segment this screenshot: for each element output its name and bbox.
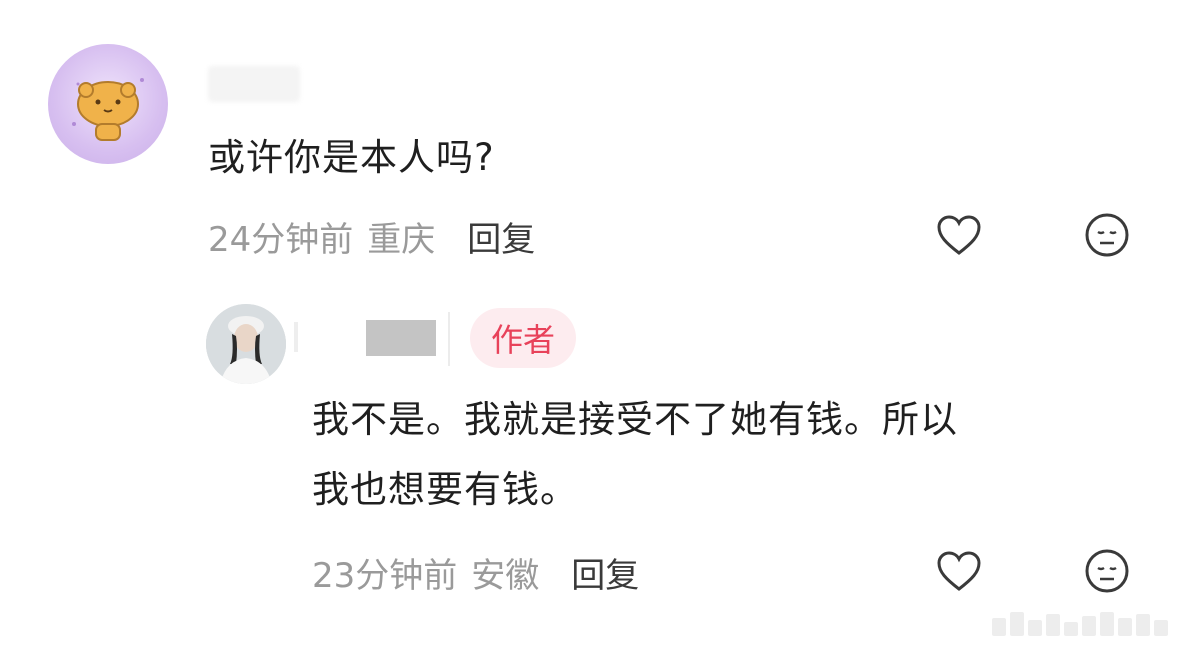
reply-text-line2: 我也想要有钱。: [312, 468, 578, 511]
reply-time: 23分钟前: [312, 556, 458, 596]
heart-outline-icon: [937, 551, 981, 591]
like-button[interactable]: [936, 548, 982, 594]
comment-time: 24分钟前: [208, 220, 354, 260]
reply-meta: 23分钟前 安徽 回复: [312, 548, 639, 597]
comment-text: 或许你是本人吗?: [208, 136, 495, 179]
reply-text-line1: 我不是。我就是接受不了她有钱。所以: [312, 398, 958, 441]
bear-sticker-icon: [72, 78, 144, 141]
dislike-button[interactable]: [1084, 548, 1130, 594]
meh-face-icon: [1085, 549, 1129, 593]
commenter-avatar[interactable]: [48, 44, 168, 164]
comment-location: 重庆: [367, 220, 436, 260]
dislike-button[interactable]: [1084, 212, 1130, 258]
comment-meta: 24分钟前 重庆 回复: [208, 212, 535, 261]
heart-outline-icon: [937, 215, 981, 255]
reply-button[interactable]: 回复: [571, 548, 639, 597]
reply-button[interactable]: 回复: [467, 212, 535, 261]
author-name-redaction: [294, 322, 298, 352]
author-name-blurred: [366, 320, 436, 356]
commenter-name-blurred[interactable]: [208, 66, 300, 102]
meh-face-icon: [1085, 213, 1129, 257]
author-badge: 作者: [470, 308, 576, 368]
like-button[interactable]: [936, 212, 982, 258]
watermark: [992, 612, 1168, 636]
author-avatar[interactable]: [206, 304, 286, 384]
person-photo-icon: [206, 304, 286, 384]
reply-location: 安徽: [471, 556, 540, 596]
